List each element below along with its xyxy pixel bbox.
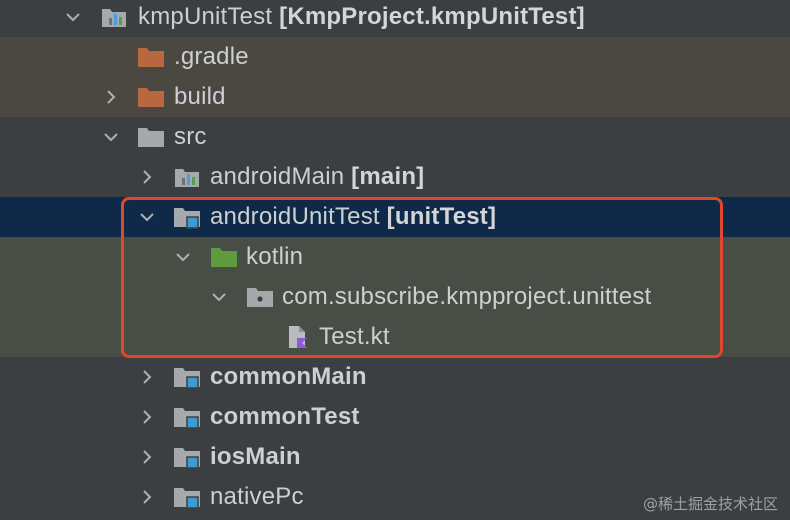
tree-row-package[interactable]: com.subscribe.kmpproject.unittest	[0, 277, 790, 317]
tree-row-commontest[interactable]: commonTest	[0, 397, 790, 437]
tree-item-label: com.subscribe.kmpproject.unittest	[282, 283, 652, 310]
tree-item-label: .gradle	[174, 43, 249, 70]
tree-row-test-kt[interactable]: Test.kt	[0, 317, 790, 357]
kotlin-file-icon	[283, 325, 311, 349]
root-module-label: kmpUnitTest [KmpProject.kmpUnitTest]	[138, 0, 585, 37]
chevron-down-icon[interactable]	[136, 206, 158, 228]
chevron-right-icon[interactable]	[100, 86, 122, 108]
excluded-folder-icon	[137, 45, 165, 69]
item-suffix: [unitTest]	[386, 203, 497, 230]
source-set-folder-icon	[173, 365, 201, 389]
watermark: @稀土掘金技术社区	[642, 495, 778, 513]
tree-row-androidmain[interactable]: androidMain [main]	[0, 157, 790, 197]
folder-icon	[137, 125, 165, 149]
tree-row-gradle[interactable]: .gradle	[0, 37, 790, 77]
root-name: kmpUnitTest	[138, 3, 273, 30]
tree-row-androidunittest[interactable]: androidUnitTest [unitTest]	[0, 197, 790, 237]
tree-row-commonmain[interactable]: commonMain	[0, 357, 790, 397]
tree-item-label: kotlin	[246, 243, 304, 270]
tree-item-label: androidMain [main]	[210, 157, 424, 197]
item-name: androidMain	[210, 163, 345, 190]
excluded-folder-icon	[137, 85, 165, 109]
tree-row-kotlin[interactable]: kotlin	[0, 237, 790, 277]
module-folder-icon	[100, 5, 128, 29]
tree-item-label: src	[174, 123, 207, 150]
source-set-folder-icon	[173, 485, 201, 509]
chevron-down-icon[interactable]	[172, 246, 194, 268]
source-set-folder-icon	[173, 205, 201, 229]
chevron-right-icon[interactable]	[136, 166, 158, 188]
tree-item-label: Test.kt	[319, 323, 390, 350]
tree-item-label: androidUnitTest [unitTest]	[210, 197, 496, 237]
chevron-down-icon[interactable]	[208, 286, 230, 308]
source-set-folder-icon	[173, 405, 201, 429]
tree-item-label: build	[174, 83, 226, 110]
tree-item-label: nativePc	[210, 483, 304, 510]
project-tree: kmpUnitTest [KmpProject.kmpUnitTest] .gr…	[0, 0, 790, 520]
chevron-down-icon[interactable]	[62, 6, 84, 28]
chevron-right-icon[interactable]	[136, 366, 158, 388]
chevron-right-icon[interactable]	[136, 446, 158, 468]
tree-row-iosmain[interactable]: iosMain	[0, 437, 790, 477]
source-set-folder-icon	[173, 445, 201, 469]
chevron-right-icon[interactable]	[136, 486, 158, 508]
tree-row-build[interactable]: build	[0, 77, 790, 117]
module-folder-icon	[173, 165, 201, 189]
tree-item-label: commonTest	[210, 403, 360, 430]
item-name: androidUnitTest	[210, 203, 380, 230]
test-sources-folder-icon	[210, 245, 238, 269]
tree-item-label: iosMain	[210, 443, 301, 470]
tree-row-root[interactable]: kmpUnitTest [KmpProject.kmpUnitTest]	[0, 0, 790, 37]
item-suffix: [main]	[351, 163, 425, 190]
tree-item-label: commonMain	[210, 363, 367, 390]
package-icon	[246, 285, 274, 309]
chevron-down-icon[interactable]	[100, 126, 122, 148]
tree-row-src[interactable]: src	[0, 117, 790, 157]
chevron-right-icon[interactable]	[136, 406, 158, 428]
root-module-name: [KmpProject.kmpUnitTest]	[279, 3, 585, 30]
